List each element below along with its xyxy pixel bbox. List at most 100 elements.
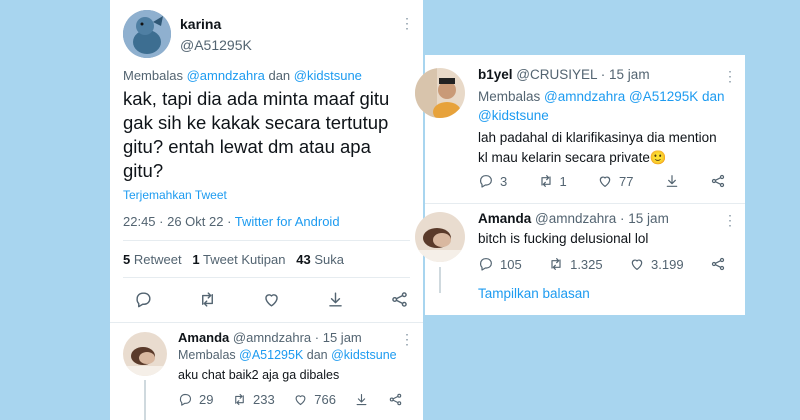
quote-count[interactable]: 1	[192, 252, 199, 267]
reply-prefix: Membalas	[478, 89, 541, 104]
tweet-text-line: gak sih ke kakak secara tertutup	[123, 112, 389, 133]
author-handle[interactable]: @amndzahra	[535, 211, 616, 226]
retweet-button[interactable]: 233	[232, 392, 275, 407]
avatar-image	[123, 332, 167, 376]
tweet-text: kak, tapi dia ada minta maaf gitu gak si…	[123, 87, 389, 183]
more-options-icon[interactable]: ⋮	[400, 16, 414, 30]
replying-to: Membalas @amndzahra dan @kidstsune	[123, 68, 362, 83]
reply-text: bitch is fucking delusional lol	[478, 231, 649, 246]
smile-emoji: 🙂	[649, 150, 667, 165]
reply-user-link[interactable]: @A51295K	[239, 348, 303, 362]
reply-conjunction: dan	[268, 68, 291, 83]
retweet-count[interactable]: 5	[123, 252, 130, 267]
reply-button[interactable]: 3	[478, 173, 507, 189]
reply-user-link[interactable]: @kidstsune	[331, 348, 397, 362]
translate-link[interactable]: Terjemahkan Tweet	[123, 188, 227, 202]
like-count[interactable]: 43	[296, 252, 310, 267]
more-options-icon[interactable]: ⋮	[723, 69, 737, 83]
reply-icon[interactable]	[134, 290, 153, 309]
retweet-count: 1	[559, 173, 567, 189]
reply-button[interactable]: 29	[178, 392, 213, 407]
karina-avatar[interactable]	[123, 10, 171, 58]
reply-count: 105	[500, 256, 522, 272]
tweet-meta: 22:45 · 26 Okt 22 · Twitter for Android	[123, 214, 340, 229]
like-icon	[631, 259, 643, 270]
replies-card: b1yel @CRUSIYEL · 15 jam ⋮ Membalas @amn…	[415, 55, 745, 315]
more-options-icon[interactable]: ⋮	[400, 332, 414, 346]
share-icon[interactable]	[388, 392, 403, 407]
amanda-avatar[interactable]	[415, 212, 465, 262]
retweet-icon[interactable]	[198, 290, 217, 309]
like-count: 77	[619, 173, 634, 189]
main-tweet-card: karina @A51295K ⋮ Membalas @amndzahra da…	[110, 0, 423, 420]
reply-conjunction: dan	[306, 348, 328, 362]
share-icon[interactable]	[710, 173, 726, 189]
reply-time[interactable]: · 15 jam	[601, 67, 650, 82]
retweet-icon	[540, 175, 551, 187]
reply-user-link[interactable]: @amndzahra @A51295K dan	[544, 89, 725, 104]
thread-line	[439, 267, 441, 293]
like-icon[interactable]	[262, 290, 281, 309]
reply-text-line: kl mau kelarin secara private	[478, 150, 650, 165]
retweet-label[interactable]: Retweet	[134, 252, 182, 267]
replying-to: Membalas @amndzahra @A51295K dan @kidsts…	[478, 87, 725, 125]
like-count: 3.199	[651, 256, 684, 272]
download-icon[interactable]	[326, 290, 345, 309]
reply-icon	[179, 393, 192, 406]
retweet-count: 1.325	[570, 256, 603, 272]
divider	[123, 240, 410, 241]
author-handle[interactable]: @A51295K	[180, 37, 252, 53]
tweet-source: Twitter for Android	[234, 214, 340, 229]
retweet-count: 233	[253, 392, 275, 407]
b1yel-avatar[interactable]	[415, 68, 465, 118]
reply-header: Amanda @amndzahra · 15 jam	[178, 330, 362, 345]
share-icon[interactable]	[710, 256, 726, 272]
reply-text: aku chat baik2 aja ga dibales	[178, 368, 340, 382]
reply-text: lah padahal di klarifikasinya dia mentio…	[478, 128, 717, 168]
download-icon[interactable]	[664, 173, 680, 189]
author-name[interactable]: Amanda	[478, 211, 531, 226]
like-button[interactable]: 766	[293, 392, 336, 407]
reply-time[interactable]: · 15 jam	[315, 330, 362, 345]
reply-actions: 29 233 766	[178, 392, 403, 407]
retweet-button[interactable]: 1.325	[548, 256, 603, 272]
reply-header: b1yel @CRUSIYEL · 15 jam	[478, 67, 650, 82]
tweet-text-line: kak, tapi dia ada minta maaf gitu	[123, 88, 390, 109]
reply-time[interactable]: · 15 jam	[620, 211, 669, 226]
replying-to: Membalas @A51295K dan @kidstsune	[178, 348, 397, 362]
reply-user-link[interactable]: @kidstsune	[294, 68, 362, 83]
more-options-icon[interactable]: ⋮	[723, 213, 737, 227]
reply-actions: 3 1 77	[478, 173, 726, 189]
share-icon[interactable]	[390, 290, 409, 309]
like-button[interactable]: 3.199	[629, 256, 684, 272]
reply-count: 29	[199, 392, 214, 407]
reply-icon	[480, 258, 492, 271]
like-icon	[295, 395, 306, 406]
show-replies-link[interactable]: Tampilkan balasan	[478, 286, 590, 301]
author-name[interactable]: karina	[180, 16, 221, 32]
author-name[interactable]: Amanda	[178, 330, 229, 345]
reply-count: 3	[500, 173, 508, 189]
author-name[interactable]: b1yel	[478, 67, 513, 82]
retweet-button[interactable]: 1	[538, 173, 567, 189]
main-tweet-actions	[134, 290, 409, 309]
reply-prefix: Membalas	[178, 348, 236, 362]
retweet-icon	[551, 258, 561, 270]
download-icon[interactable]	[354, 392, 369, 407]
like-icon	[599, 176, 611, 187]
timestamp[interactable]: 22:45 · 26 Okt 22 ·	[123, 214, 235, 229]
reply-actions: 105 1.325 3.199	[478, 256, 726, 272]
divider	[123, 277, 410, 278]
reply-user-link[interactable]: @kidstsune	[478, 108, 549, 123]
reply-user-link[interactable]: @amndzahra	[187, 68, 265, 83]
avatar-image	[415, 68, 465, 118]
author-handle[interactable]: @CRUSIYEL	[516, 67, 597, 82]
amanda-avatar[interactable]	[123, 332, 167, 376]
like-button[interactable]: 77	[597, 173, 633, 189]
divider	[425, 203, 745, 204]
author-handle[interactable]: @amndzahra	[233, 330, 311, 345]
reply-button[interactable]: 105	[478, 256, 522, 272]
retweet-icon	[235, 393, 244, 406]
quote-label[interactable]: Tweet Kutipan	[203, 252, 285, 267]
like-label[interactable]: Suka	[314, 252, 344, 267]
